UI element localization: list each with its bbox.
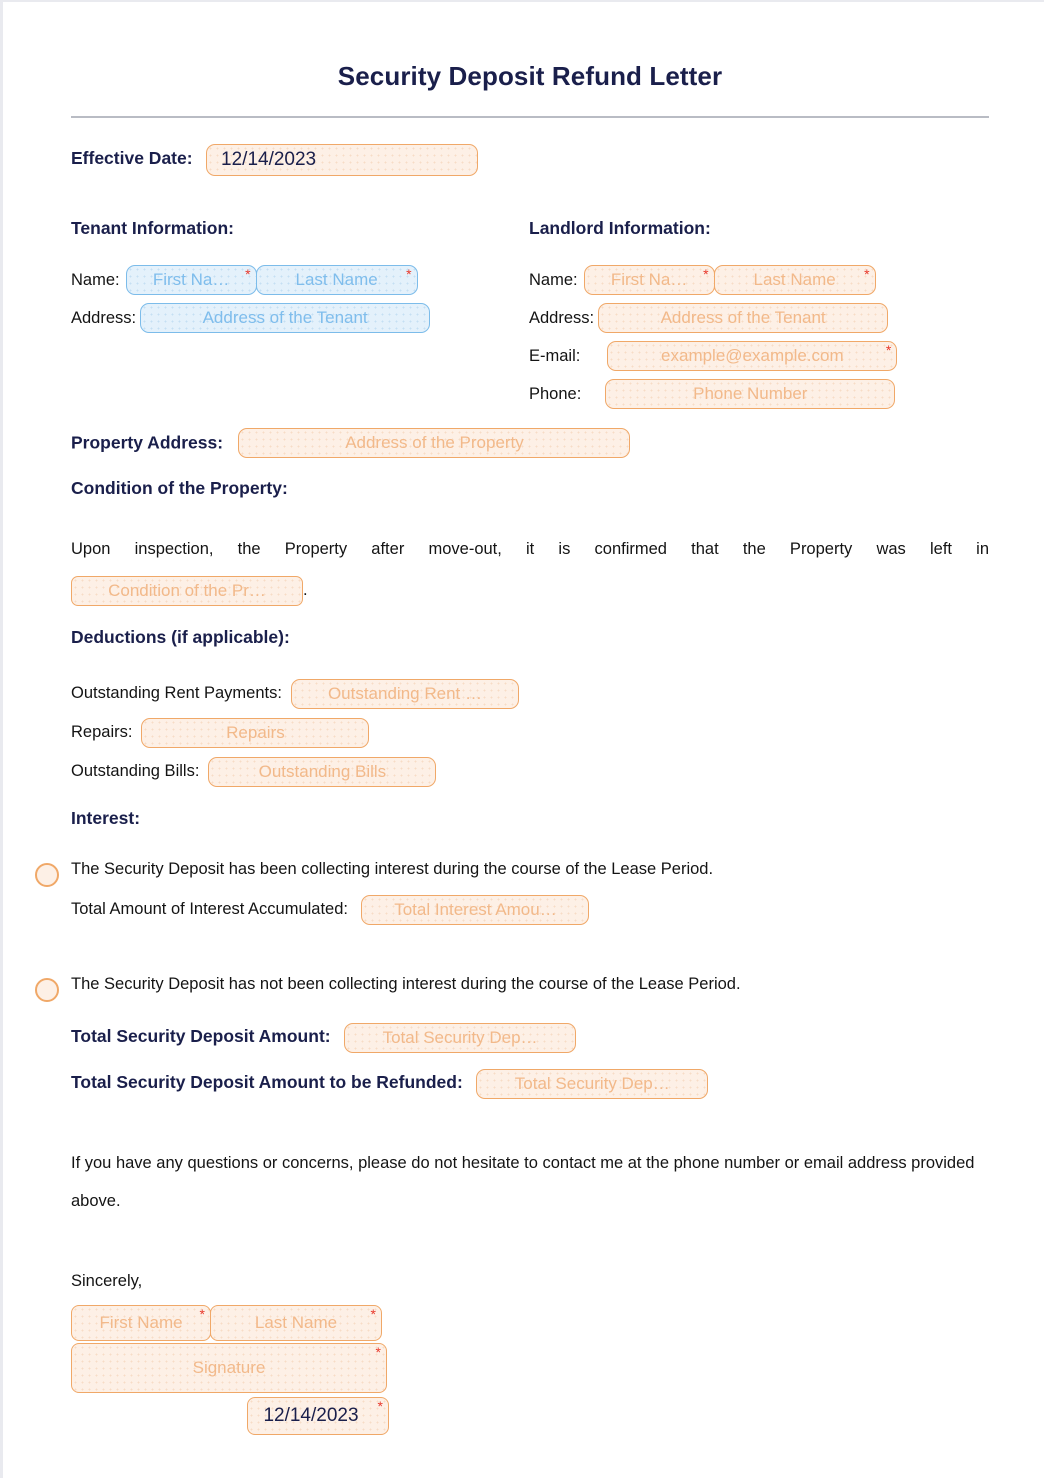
landlord-information-section: Landlord Information: Name: First Na… * … xyxy=(529,218,989,413)
landlord-name-row: Name: First Na… * Last Name * xyxy=(529,261,989,299)
landlord-address-label: Address: xyxy=(529,308,595,327)
condition-paragraph-period: . xyxy=(303,581,308,599)
sign-off-text: Sincerely, xyxy=(71,1272,143,1290)
landlord-email-label: E-mail: xyxy=(529,346,581,365)
total-refund-input[interactable]: Total Security Dep… xyxy=(476,1069,709,1099)
tenant-address-label: Address: xyxy=(71,308,137,327)
outstanding-bills-label: Outstanding Bills: xyxy=(71,762,200,780)
condition-heading-row: Condition of the Property: xyxy=(71,478,288,499)
tenant-information-section: Tenant Information: Name: First Na… * La… xyxy=(71,218,541,337)
landlord-address-input[interactable]: Address of the Tenant xyxy=(598,303,889,333)
sign-off-row: Sincerely, xyxy=(71,1262,142,1300)
condition-paragraph-field-line: Condition of the Pr…. xyxy=(71,571,989,609)
total-refund-row: Total Security Deposit Amount to be Refu… xyxy=(71,1069,709,1099)
page-title: Security Deposit Refund Letter xyxy=(337,61,723,91)
signature-first-name-input[interactable]: First Name * xyxy=(71,1305,211,1341)
property-address-label: Property Address: xyxy=(71,432,224,453)
tenant-name-label: Name: xyxy=(71,270,120,289)
landlord-first-name-input[interactable]: First Na… * xyxy=(583,265,715,295)
repairs-input[interactable]: Repairs xyxy=(141,717,370,748)
signature-placeholder: Signature xyxy=(192,1358,266,1377)
outstanding-rent-label: Outstanding Rent Payments: xyxy=(71,684,282,702)
tenant-last-name-input[interactable]: Last Name * xyxy=(255,265,418,295)
landlord-last-name-input[interactable]: Last Name * xyxy=(713,265,876,295)
closing-paragraph: If you have any questions or concerns, p… xyxy=(71,1154,975,1210)
deductions-heading: Deductions (if applicable): xyxy=(71,627,290,647)
tenant-information-heading: Tenant Information: xyxy=(71,218,234,238)
landlord-first-name-placeholder: First Na… xyxy=(610,270,688,289)
outstanding-rent-input[interactable]: Outstanding Rent … xyxy=(290,678,519,709)
signature-date-input[interactable]: 12/14/2023 * xyxy=(247,1397,389,1435)
landlord-phone-input[interactable]: Phone Number xyxy=(605,379,896,409)
outstanding-bills-input[interactable]: Outstanding Bills xyxy=(208,756,437,787)
condition-of-property-input[interactable]: Condition of the Pr… xyxy=(71,575,303,606)
signature-input[interactable]: Signature * xyxy=(71,1343,387,1393)
document-page: Security Deposit Refund Letter Effective… xyxy=(0,0,1044,1478)
total-deposit-row: Total Security Deposit Amount: Total Sec… xyxy=(71,1023,577,1053)
total-refund-label: Total Security Deposit Amount to be Refu… xyxy=(71,1072,463,1093)
landlord-last-name-required-asterisk: * xyxy=(864,266,870,282)
tenant-first-name-required-asterisk: * xyxy=(245,266,251,282)
interest-collecting-label: The Security Deposit has been collecting… xyxy=(71,860,714,878)
radio-button-interest-not-collecting[interactable] xyxy=(35,978,59,1002)
condition-paragraph: Upon inspection, the Property after move… xyxy=(71,530,989,609)
signature-date-value: 12/14/2023 xyxy=(263,1405,359,1426)
radio-button-interest-collecting[interactable] xyxy=(35,863,59,887)
signature-date-required-asterisk: * xyxy=(377,1398,383,1414)
repairs-row: Repairs: Repairs xyxy=(71,713,519,752)
tenant-name-row: Name: First Na… * Last Name * xyxy=(71,261,541,299)
landlord-email-input[interactable]: example@example.com * xyxy=(607,341,898,371)
title-divider xyxy=(71,116,989,118)
interest-heading: Interest: xyxy=(71,808,141,828)
landlord-name-label: Name: xyxy=(529,270,578,289)
signature-required-asterisk: * xyxy=(375,1344,381,1360)
interest-option-not-collecting[interactable]: The Security Deposit has not been collec… xyxy=(35,975,989,1002)
property-address-row: Property Address: Address of the Propert… xyxy=(71,428,631,458)
interest-heading-row: Interest: xyxy=(71,808,140,829)
signature-last-name-placeholder: Last Name xyxy=(254,1313,338,1332)
effective-date-label: Effective Date: xyxy=(71,148,193,169)
interest-option-collecting[interactable]: The Security Deposit has been collecting… xyxy=(35,860,989,887)
landlord-first-name-required-asterisk: * xyxy=(703,266,709,282)
landlord-email-row: E-mail: example@example.com * xyxy=(529,337,989,375)
total-interest-label: Total Amount of Interest Accumulated: xyxy=(71,900,348,919)
landlord-information-heading: Landlord Information: xyxy=(529,218,711,238)
signature-last-name-required-asterisk: * xyxy=(370,1306,376,1322)
tenant-address-input[interactable]: Address of the Tenant xyxy=(140,303,431,333)
total-interest-input[interactable]: Total Interest Amou… xyxy=(361,895,590,925)
document-body: Security Deposit Refund Letter Effective… xyxy=(35,2,989,1435)
signature-first-name-required-asterisk: * xyxy=(199,1306,205,1322)
interest-not-collecting-label: The Security Deposit has not been collec… xyxy=(71,975,741,993)
tenant-last-name-required-asterisk: * xyxy=(406,266,412,282)
tenant-first-name-placeholder: First Na… xyxy=(152,270,230,289)
signature-last-name-input[interactable]: Last Name * xyxy=(210,1305,382,1341)
effective-date-input[interactable]: 12/14/2023 xyxy=(206,144,479,176)
effective-date-row: Effective Date: 12/14/2023 xyxy=(71,144,479,176)
tenant-first-name-input[interactable]: First Na… * xyxy=(125,265,257,295)
tenant-address-row: Address: Address of the Tenant xyxy=(71,299,541,337)
landlord-email-placeholder: example@example.com xyxy=(661,346,844,365)
landlord-last-name-placeholder: Last Name xyxy=(753,270,836,289)
tenant-last-name-placeholder: Last Name xyxy=(295,270,378,289)
landlord-email-required-asterisk: * xyxy=(885,342,892,358)
deductions-fields: Outstanding Rent Payments: Outstanding R… xyxy=(71,674,519,791)
outstanding-bills-row: Outstanding Bills: Outstanding Bills xyxy=(71,752,519,791)
landlord-address-row: Address: Address of the Tenant xyxy=(529,299,989,337)
total-deposit-label: Total Security Deposit Amount: xyxy=(71,1026,331,1047)
outstanding-rent-row: Outstanding Rent Payments: Outstanding R… xyxy=(71,674,519,713)
landlord-phone-label: Phone: xyxy=(529,384,582,403)
total-interest-row: Total Amount of Interest Accumulated: To… xyxy=(71,895,590,925)
condition-of-property-heading: Condition of the Property: xyxy=(71,478,288,498)
deductions-heading-row: Deductions (if applicable): xyxy=(71,627,290,648)
repairs-label: Repairs: xyxy=(71,723,133,741)
signature-first-name-placeholder: First Name xyxy=(99,1313,183,1332)
signature-block: First Name * Last Name * Signature * 12/… xyxy=(71,1305,389,1435)
landlord-phone-row: Phone: Phone Number xyxy=(529,375,989,413)
condition-paragraph-text: Upon inspection, the Property after move… xyxy=(71,540,989,558)
property-address-input[interactable]: Address of the Property xyxy=(238,428,631,458)
total-deposit-input[interactable]: Total Security Dep… xyxy=(344,1023,577,1053)
